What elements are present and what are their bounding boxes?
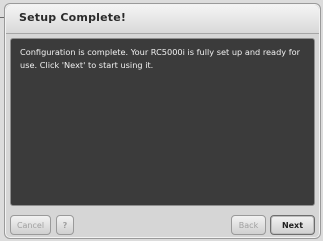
next-button[interactable]: Next xyxy=(270,215,315,235)
title-bar: Setup Complete! xyxy=(6,5,319,34)
screen-frame: Setup Complete! Configuration is complet… xyxy=(0,0,323,241)
setup-complete-dialog: Setup Complete! Configuration is complet… xyxy=(4,3,321,239)
dialog-title: Setup Complete! xyxy=(19,11,127,24)
help-button[interactable]: ? xyxy=(56,215,74,235)
content-area: Configuration is complete. Your RC5000i … xyxy=(10,38,315,206)
completion-message: Configuration is complete. Your RC5000i … xyxy=(20,47,300,70)
back-button[interactable]: Back xyxy=(231,215,266,235)
cancel-button[interactable]: Cancel xyxy=(10,215,51,235)
